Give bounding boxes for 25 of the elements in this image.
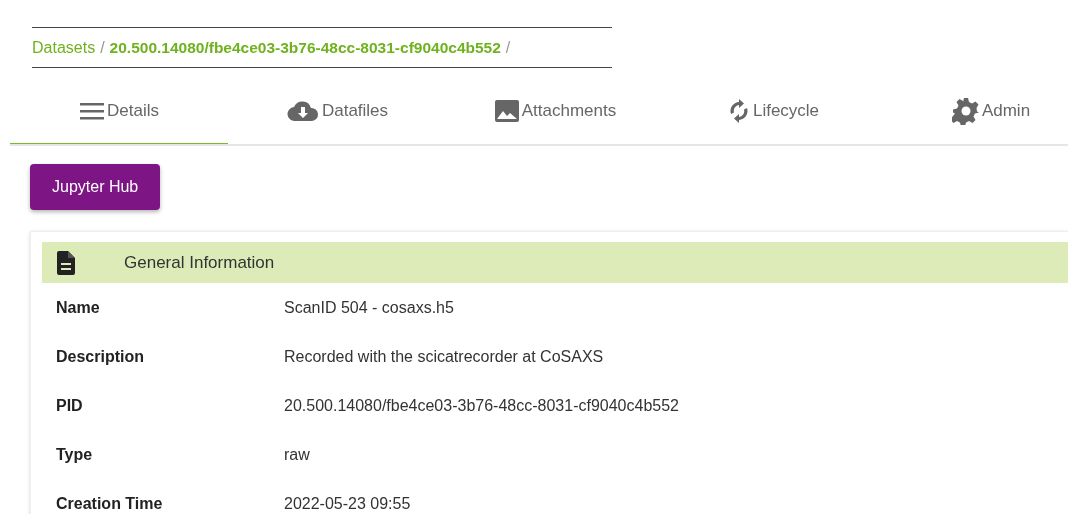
document-icon: [56, 249, 76, 276]
tab[interactable]: Attachments: [446, 78, 664, 144]
field-label: Type: [55, 444, 94, 465]
cloud-download-icon: [285, 98, 320, 123]
gear-icon: [951, 96, 980, 125]
breadcrumb-current: 20.500.14080/fbe4ce03-3b76-48cc-8031-cf9040c4b552: [109, 37, 501, 58]
menu-icon: [79, 100, 105, 121]
breadcrumb-separator: /: [505, 37, 511, 58]
tab[interactable]: Lifecycle: [664, 78, 882, 144]
tab[interactable]: Details: [10, 78, 228, 144]
field-label: Creation Time: [55, 493, 164, 514]
field-label: Description: [55, 346, 145, 367]
section-title: General Information: [124, 251, 275, 274]
breadcrumb-separator: /: [100, 37, 105, 58]
field-label: Name: [55, 297, 101, 318]
field-value: raw: [284, 444, 310, 465]
tab[interactable]: Datafiles: [228, 78, 446, 144]
jupyter-hub-button[interactable]: Jupyter Hub: [30, 164, 161, 210]
tab[interactable]: Admin: [882, 78, 1068, 144]
field-label: PID: [55, 395, 84, 416]
field-value: 2022-05-23 09:55: [284, 493, 411, 514]
field-value: Recorded with the scicatrecorder at CoSAXS: [284, 346, 604, 367]
field-value: 20.500.14080/fbe4ce03-3b76-48cc-8031-cf9040c4b552: [284, 395, 679, 416]
field-value: ScanID 504 - cosaxs.h5: [284, 297, 454, 318]
image-icon: [493, 98, 520, 123]
